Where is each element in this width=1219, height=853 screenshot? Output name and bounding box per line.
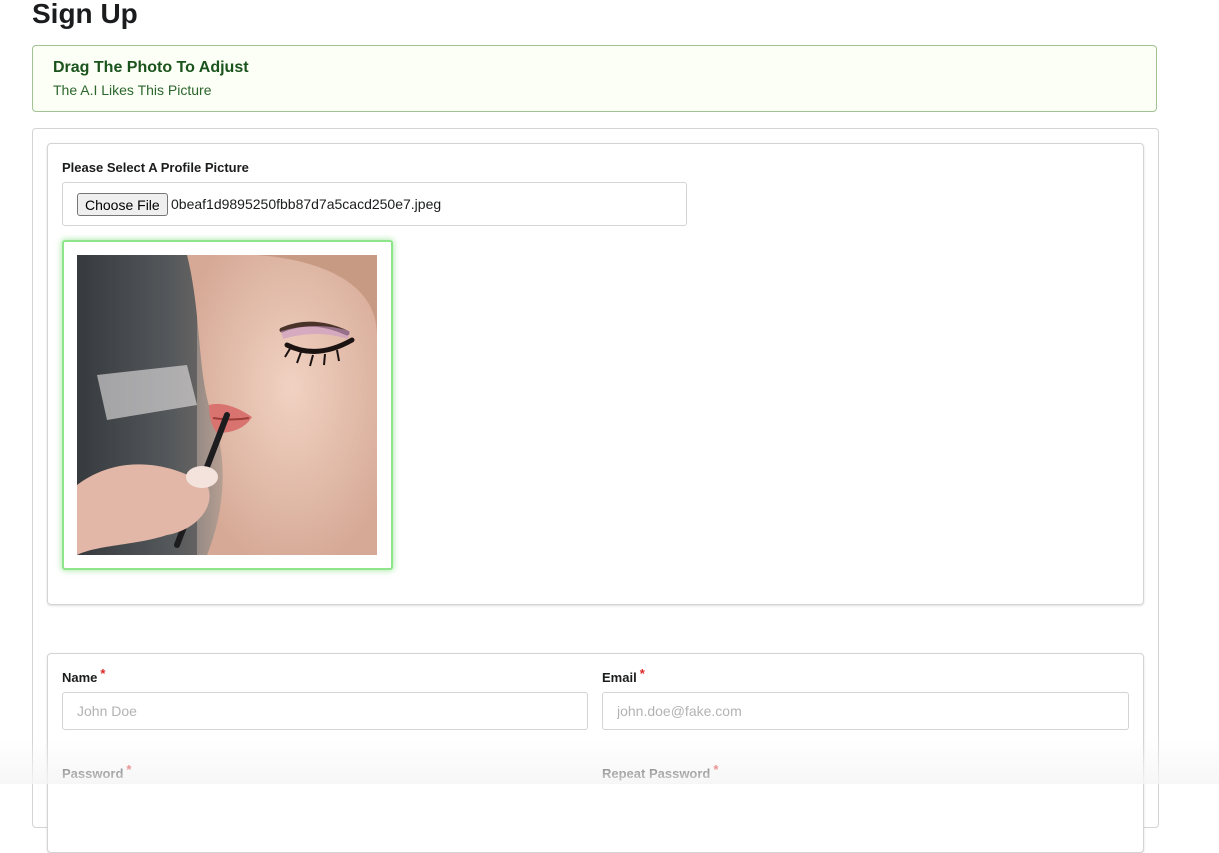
selected-file-name: 0beaf1d9895250fbb87d7a5cacd250e7.jpeg <box>171 196 442 212</box>
name-label-text: Name <box>62 670 98 685</box>
password-label-text: Password <box>62 766 124 781</box>
email-label: Email * <box>602 666 645 685</box>
name-input[interactable] <box>62 692 588 730</box>
required-indicator: * <box>639 666 645 681</box>
profile-photo[interactable] <box>77 255 377 555</box>
required-indicator: * <box>126 762 132 777</box>
success-message: Drag The Photo To Adjust The A.I Likes T… <box>32 45 1157 112</box>
choose-file-button[interactable]: Choose File <box>77 193 168 216</box>
file-input[interactable]: Choose File 0beaf1d9895250fbb87d7a5cacd2… <box>62 182 687 226</box>
password-label: Password * <box>62 762 131 781</box>
required-indicator: * <box>713 762 719 777</box>
name-label: Name * <box>62 666 105 685</box>
profile-photo-image <box>77 255 377 555</box>
account-details-section <box>47 653 1144 853</box>
page-title: Sign Up <box>32 0 138 29</box>
profile-picture-label: Please Select A Profile Picture <box>62 160 249 175</box>
email-input[interactable] <box>602 692 1129 730</box>
repeat-password-label: Repeat Password * <box>602 762 718 781</box>
photo-crop-frame[interactable] <box>62 240 393 570</box>
email-label-text: Email <box>602 670 637 685</box>
message-text: The A.I Likes This Picture <box>53 82 212 98</box>
required-indicator: * <box>100 666 106 681</box>
message-header: Drag The Photo To Adjust <box>53 59 249 76</box>
repeat-password-label-text: Repeat Password <box>602 766 711 781</box>
